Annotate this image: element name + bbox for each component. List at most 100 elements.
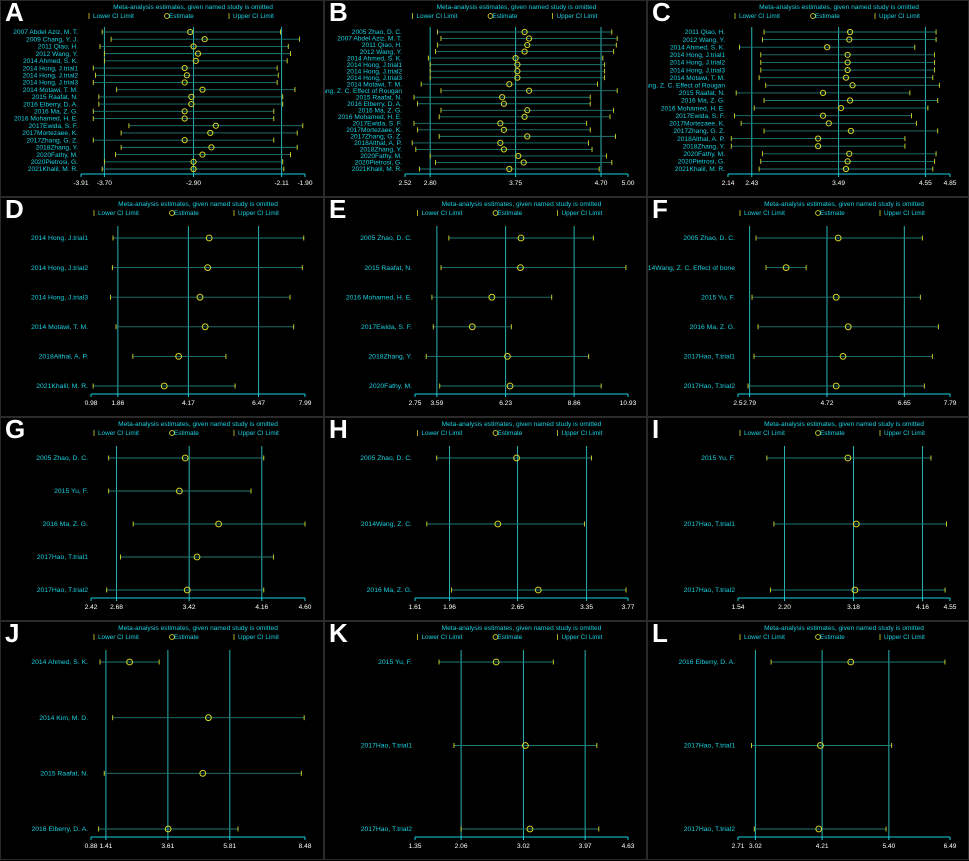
x-tick-label: 3.97 [579, 843, 592, 850]
study-label: 2014 Motawi, T. M. [31, 324, 88, 331]
forest-plot-k: Meta-analysis estimates, given named stu… [361, 625, 635, 850]
study-label: 2020Pietrosi, G. [678, 159, 725, 166]
panel-k: K Meta-analysis estimates, given named st… [324, 620, 647, 860]
study-label: 2017Zhang, G. Z. [673, 128, 725, 135]
study-label: 2014 Hong, J.trial1 [31, 235, 88, 242]
legend-estimate: Estimate [174, 430, 199, 437]
legend-estimate: Estimate [820, 210, 845, 217]
forest-plot-f: Meta-analysis estimates, given named stu… [648, 201, 957, 407]
legend-upper: Upper CI Limit [238, 634, 279, 641]
study-label: 2014 Kim, M. D. [39, 715, 88, 722]
study-label: 2005 Zhao, D. C. [360, 235, 412, 242]
forest-plot-c: Meta-analysis estimates, given named stu… [648, 4, 957, 187]
x-tick-label: 4.63 [622, 843, 635, 850]
x-tick-label: 1.61 [409, 604, 422, 611]
study-label: 2018Zhang, Y. [36, 145, 78, 152]
panel-h: H Meta-analysis estimates, given named st… [324, 416, 647, 621]
x-tick-label: 6.47 [252, 400, 265, 407]
legend-lower: Lower CI Limit [98, 430, 139, 437]
study-label: 2017Hao, T.trial1 [684, 354, 735, 361]
forest-plot-h: Meta-analysis estimates, given named stu… [360, 421, 635, 611]
x-tick-label: -1.90 [297, 180, 312, 187]
panel-l: L Meta-analysis estimates, given named st… [647, 620, 969, 860]
study-label: 2015 Yu, F. [701, 294, 735, 301]
x-tick-label: 1.41 [100, 843, 113, 850]
x-tick-label: 3.61 [161, 843, 174, 850]
x-tick-label: 3.02 [517, 843, 530, 850]
x-tick-label: 6.49 [944, 843, 957, 850]
legend-lower: Lower CI Limit [744, 430, 785, 437]
forest-plot-i: Meta-analysis estimates, given named stu… [684, 421, 957, 611]
x-tick-label: 4.72 [821, 400, 834, 407]
legend-upper: Upper CI Limit [238, 210, 279, 217]
chart-title: Meta-analysis estimates, given named stu… [764, 625, 924, 632]
forest-plot-d: Meta-analysis estimates, given named stu… [31, 201, 312, 407]
study-label: 2016 Ma, Z. G. [34, 109, 78, 116]
study-label: 2018Althal, A. P. [677, 136, 725, 143]
study-label: 2015 Raafat, N. [32, 94, 78, 101]
x-tick-label: 2.14 [722, 180, 735, 187]
x-tick-label: 8.48 [299, 843, 312, 850]
chart-title: Meta-analysis estimates, given named stu… [759, 4, 919, 11]
x-tick-label: 1.86 [111, 400, 124, 407]
x-tick-label: 7.99 [299, 400, 312, 407]
study-label: 2020Pietrosi, G. [31, 159, 78, 166]
x-tick-label: -3.91 [73, 180, 88, 187]
x-tick-label: 10.93 [620, 400, 637, 407]
study-label: 2014 Hong, J.trial3 [31, 294, 88, 301]
legend-upper: Upper CI Limit [562, 634, 603, 641]
study-label: 2014 Motawi, T. M. [23, 87, 78, 94]
legend-lower: Lower CI Limit [422, 210, 463, 217]
forest-plot-g: Meta-analysis estimates, given named stu… [36, 421, 312, 611]
study-label: 2016 Mohamed, H. E. [346, 294, 412, 301]
legend-lower: Lower CI Limit [422, 634, 463, 641]
study-label: 2017Hao, T.trial2 [361, 826, 412, 833]
x-tick-label: 0.98 [85, 400, 98, 407]
study-label: 2017Mortezaee, K. [22, 130, 78, 137]
chart-title: Meta-analysis estimates, given named stu… [442, 421, 602, 428]
x-tick-label: 5.00 [622, 180, 635, 187]
forest-plot-b: Meta-analysis estimates, given named stu… [325, 4, 635, 187]
x-tick-label: 1.35 [409, 843, 422, 850]
x-tick-label: 5.40 [882, 843, 895, 850]
legend-estimate: Estimate [498, 210, 523, 217]
panel-a: A Meta-analysis estimates, given named st… [0, 0, 324, 197]
x-tick-label: 4.60 [299, 604, 312, 611]
x-tick-label: 8.86 [568, 400, 581, 407]
study-label: 2011 Qiao, H. [685, 29, 725, 36]
study-label: 2014 Ahmed, S. K. [670, 44, 725, 51]
legend-upper: Upper CI Limit [562, 430, 603, 437]
legend-lower: Lower CI Limit [98, 210, 139, 217]
study-label: 2005 Zhao, D. C. [683, 235, 735, 242]
study-label: 2017Zhang, G. Z. [26, 137, 78, 144]
study-label: 2014 Hong, J.trial2 [31, 265, 88, 272]
study-label: 2005 Zhao, D. C. [36, 455, 88, 462]
study-label: 2020Fathy, M. [683, 151, 725, 158]
study-label: 2021Khalil, M. R. [675, 166, 725, 173]
chart-title: Meta-analysis estimates, given named stu… [764, 201, 924, 208]
legend-lower: Lower CI Limit [98, 634, 139, 641]
legend-estimate: Estimate [498, 430, 523, 437]
legend-estimate: Estimate [820, 634, 845, 641]
study-label: 2015 Raafat, N. [40, 771, 88, 778]
panel-c: C Meta-analysis estimates, given named st… [647, 0, 969, 197]
study-label: 2014 Motawi, T. M. [670, 75, 725, 82]
study-label: 2014Wang, Z. C. Effect of bone [648, 265, 735, 272]
study-label: 2015 Yu, F. [378, 659, 412, 666]
study-label: 2012 Wang, Y. [683, 37, 726, 44]
study-label: 2017Ewida, S. F. [29, 123, 79, 130]
x-tick-label: 2.5 [733, 400, 742, 407]
study-label: 2017Ewida, S. F. [361, 324, 412, 331]
study-label: 2016 Ma, Z. G. [690, 324, 735, 331]
x-tick-label: 6.23 [499, 400, 512, 407]
x-tick-label: 2.65 [511, 604, 524, 611]
x-tick-label: 0.88 [85, 843, 98, 850]
x-tick-label: 2.71 [732, 843, 745, 850]
study-label: 2016 Ma, Z. G. [681, 98, 725, 105]
study-label: 2017Hao, T.trial1 [37, 554, 88, 561]
legend-estimate: Estimate [498, 634, 523, 641]
x-tick-label: 1.96 [443, 604, 456, 611]
legend-lower: Lower CI Limit [93, 13, 134, 20]
legend-estimate: Estimate [815, 13, 840, 20]
study-label: 2005 Zhao, D. C. [360, 455, 412, 462]
